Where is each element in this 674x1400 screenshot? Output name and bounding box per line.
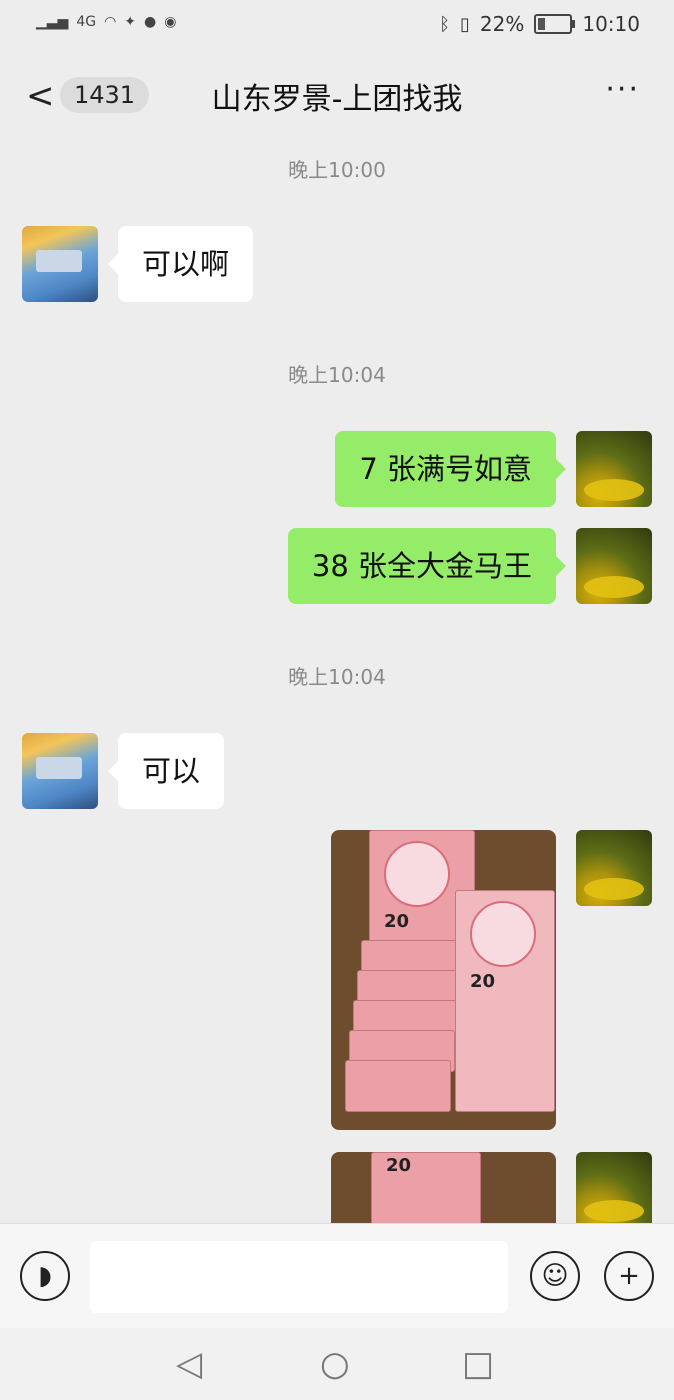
snake-pattern-icon [384,841,450,907]
battery-level [538,18,546,30]
vibrate-icon: ▯ [460,13,470,35]
banknote-stack-layer [345,1060,451,1112]
image-message-banknotes[interactable]: 20 20 [331,830,556,1130]
add-button[interactable]: + [604,1251,654,1301]
emoji-icon[interactable]: ☺ [530,1251,580,1301]
chat-message-list[interactable]: 晚上10:00 可以啊 晚上10:04 7 张满号如意 38 张全大金马王 晚上… [0,140,674,1223]
message-bubble-sent[interactable]: 38 张全大金马王 [287,528,567,604]
banknote-image: 20 [371,1152,481,1223]
banknote-denomination: 20 [384,911,410,932]
status-right: ᛒ ▯ 22% 10:10 [439,12,640,36]
status-time: 10:10 [582,12,640,36]
message-bubble-sent[interactable]: 7 张满号如意 [335,431,566,507]
network-type: 4G [76,14,97,30]
contact-avatar[interactable] [22,226,98,302]
self-avatar[interactable] [576,830,652,906]
nav-recents-button[interactable]: □ [462,1344,494,1384]
banknote-denomination: 20 [386,1155,412,1176]
timestamp: 晚上10:04 [288,363,386,387]
image-message-banknotes[interactable]: 20 [331,1152,556,1223]
nav-home-button[interactable]: ○ [320,1344,350,1384]
wifi-icon: ◠ [104,14,117,30]
self-avatar[interactable] [576,528,652,604]
system-navigation-bar: ◁ ○ □ [0,1328,674,1400]
message-input[interactable] [90,1241,508,1313]
more-options-button[interactable]: ··· [605,72,640,107]
contact-avatar[interactable] [22,733,98,809]
chat-icon: ● [144,14,157,30]
status-bar: ▁▃▅ 4G ◠ ✦ ● ◉ ᛒ ▯ 22% 10:10 [0,0,674,52]
status-left: ▁▃▅ 4G ◠ ✦ ● ◉ [36,14,176,30]
signal-icon: ▁▃▅ [36,14,69,30]
voice-icon[interactable]: ◗ [20,1251,70,1301]
battery-icon [534,14,576,34]
message-bubble-received[interactable]: 可以啊 [107,226,254,302]
chat-title: 山东罗景-上团找我 [211,82,463,117]
battery-percent: 22% [479,12,525,36]
app-icon: ◉ [164,14,177,30]
banknote-image: 20 [455,890,555,1112]
timestamp: 晚上10:00 [288,158,386,182]
message-bubble-received[interactable]: 可以 [107,733,225,809]
notification-icon: ✦ [124,14,137,30]
banknote-denomination: 20 [470,971,496,992]
message-input-bar: ◗ ☺ + [0,1223,674,1329]
nav-back-button[interactable]: ◁ [176,1344,202,1384]
self-avatar[interactable] [576,431,652,507]
timestamp: 晚上10:04 [288,665,386,689]
self-avatar[interactable] [576,1152,652,1223]
snake-pattern-icon [470,901,536,967]
bluetooth-icon: ᛒ [439,13,450,35]
chat-header: < 1431 山东罗景-上团找我 ··· [0,52,674,140]
